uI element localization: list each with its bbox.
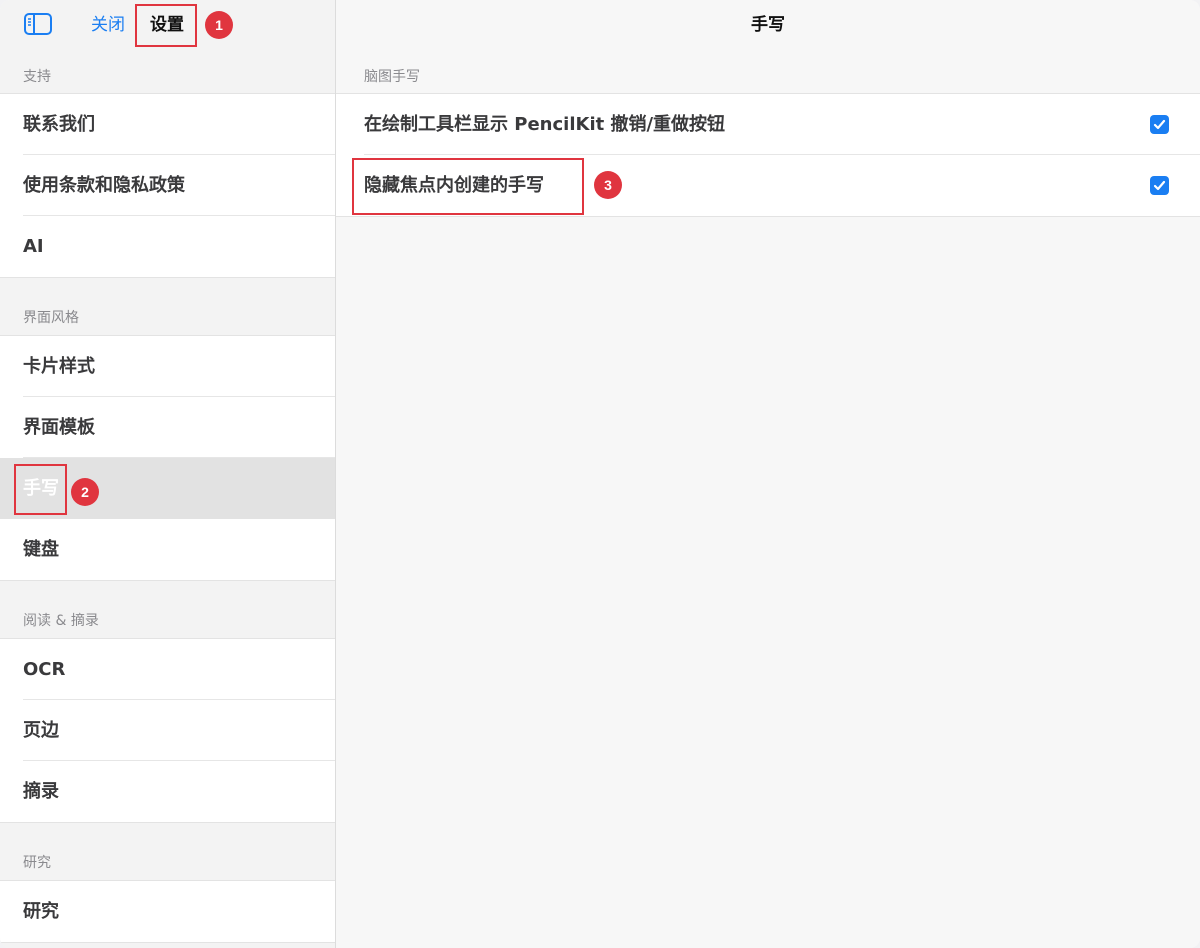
sidebar-item-label: 卡片样式 bbox=[23, 356, 95, 377]
section-header-interface-style: 界面风格 bbox=[23, 310, 79, 326]
page-title: 手写 bbox=[751, 15, 785, 35]
section-header-reading-excerpt: 阅读 & 摘录 bbox=[23, 613, 99, 629]
sidebar-item-terms-privacy[interactable]: 使用条款和隐私政策 bbox=[0, 155, 335, 216]
sidebar-item-label: 页边 bbox=[23, 720, 59, 741]
sidebar-item-excerpt[interactable]: 摘录 bbox=[0, 761, 335, 822]
sidebar-item-card-style[interactable]: 卡片样式 bbox=[0, 336, 335, 397]
sidebar-item-label: 使用条款和隐私政策 bbox=[23, 175, 185, 196]
sidebar-item-label: 研究 bbox=[23, 901, 59, 922]
highlight-box-settings bbox=[135, 4, 197, 47]
sidebar-item-ai[interactable]: AI bbox=[0, 216, 335, 277]
section-header-mindmap-handwriting: 脑图手写 bbox=[364, 69, 420, 85]
sidebar-item-interface-template[interactable]: 界面模板 bbox=[0, 397, 335, 458]
support-group: 联系我们 使用条款和隐私政策 AI bbox=[0, 93, 335, 278]
detail-pane: 手写 脑图手写 在绘制工具栏显示 PencilKit 撤销/重做按钮 隐藏焦点内… bbox=[336, 0, 1200, 948]
sidebar-item-ocr[interactable]: OCR bbox=[0, 639, 335, 700]
pencilkit-undo-redo-checkbox[interactable] bbox=[1150, 115, 1169, 134]
checkmark-icon bbox=[1153, 119, 1166, 130]
hide-focus-handwriting-checkbox[interactable] bbox=[1150, 176, 1169, 195]
option-row-pencilkit-undo-redo[interactable]: 在绘制工具栏显示 PencilKit 撤销/重做按钮 bbox=[336, 94, 1200, 155]
sidebar-item-label: OCR bbox=[23, 659, 66, 680]
sidebar-item-keyboard[interactable]: 键盘 bbox=[0, 519, 335, 580]
sidebar-item-label: 联系我们 bbox=[23, 114, 95, 135]
step-badge-3: 3 bbox=[594, 171, 622, 199]
sidebar-item-label: 界面模板 bbox=[23, 417, 95, 438]
checkmark-icon bbox=[1153, 180, 1166, 191]
sidebar-toggle-icon[interactable] bbox=[24, 13, 52, 35]
reading-group: OCR 页边 摘录 bbox=[0, 638, 335, 823]
highlight-box-handwriting bbox=[14, 464, 67, 515]
research-group: 研究 bbox=[0, 880, 335, 943]
interface-style-group: 卡片样式 界面模板 手写 键盘 bbox=[0, 335, 335, 581]
sidebar-item-label: 键盘 bbox=[23, 539, 59, 560]
option-label: 在绘制工具栏显示 PencilKit 撤销/重做按钮 bbox=[364, 114, 726, 135]
sidebar-item-margin[interactable]: 页边 bbox=[0, 700, 335, 761]
step-badge-1: 1 bbox=[205, 11, 233, 39]
sidebar-item-label: 摘录 bbox=[23, 781, 59, 802]
section-header-research: 研究 bbox=[23, 855, 51, 871]
sidebar-item-label: AI bbox=[23, 236, 44, 257]
sidebar-item-research[interactable]: 研究 bbox=[0, 881, 335, 942]
sidebar-item-contact-us[interactable]: 联系我们 bbox=[0, 94, 335, 155]
highlight-box-hide-focus-option bbox=[352, 158, 584, 215]
app-window: 关闭 设置 支持 联系我们 使用条款和隐私政策 AI 界面风格 卡片样式 界面模… bbox=[0, 0, 1200, 948]
step-badge-2: 2 bbox=[71, 478, 99, 506]
section-header-support: 支持 bbox=[23, 69, 51, 85]
close-button[interactable]: 关闭 bbox=[91, 14, 125, 36]
